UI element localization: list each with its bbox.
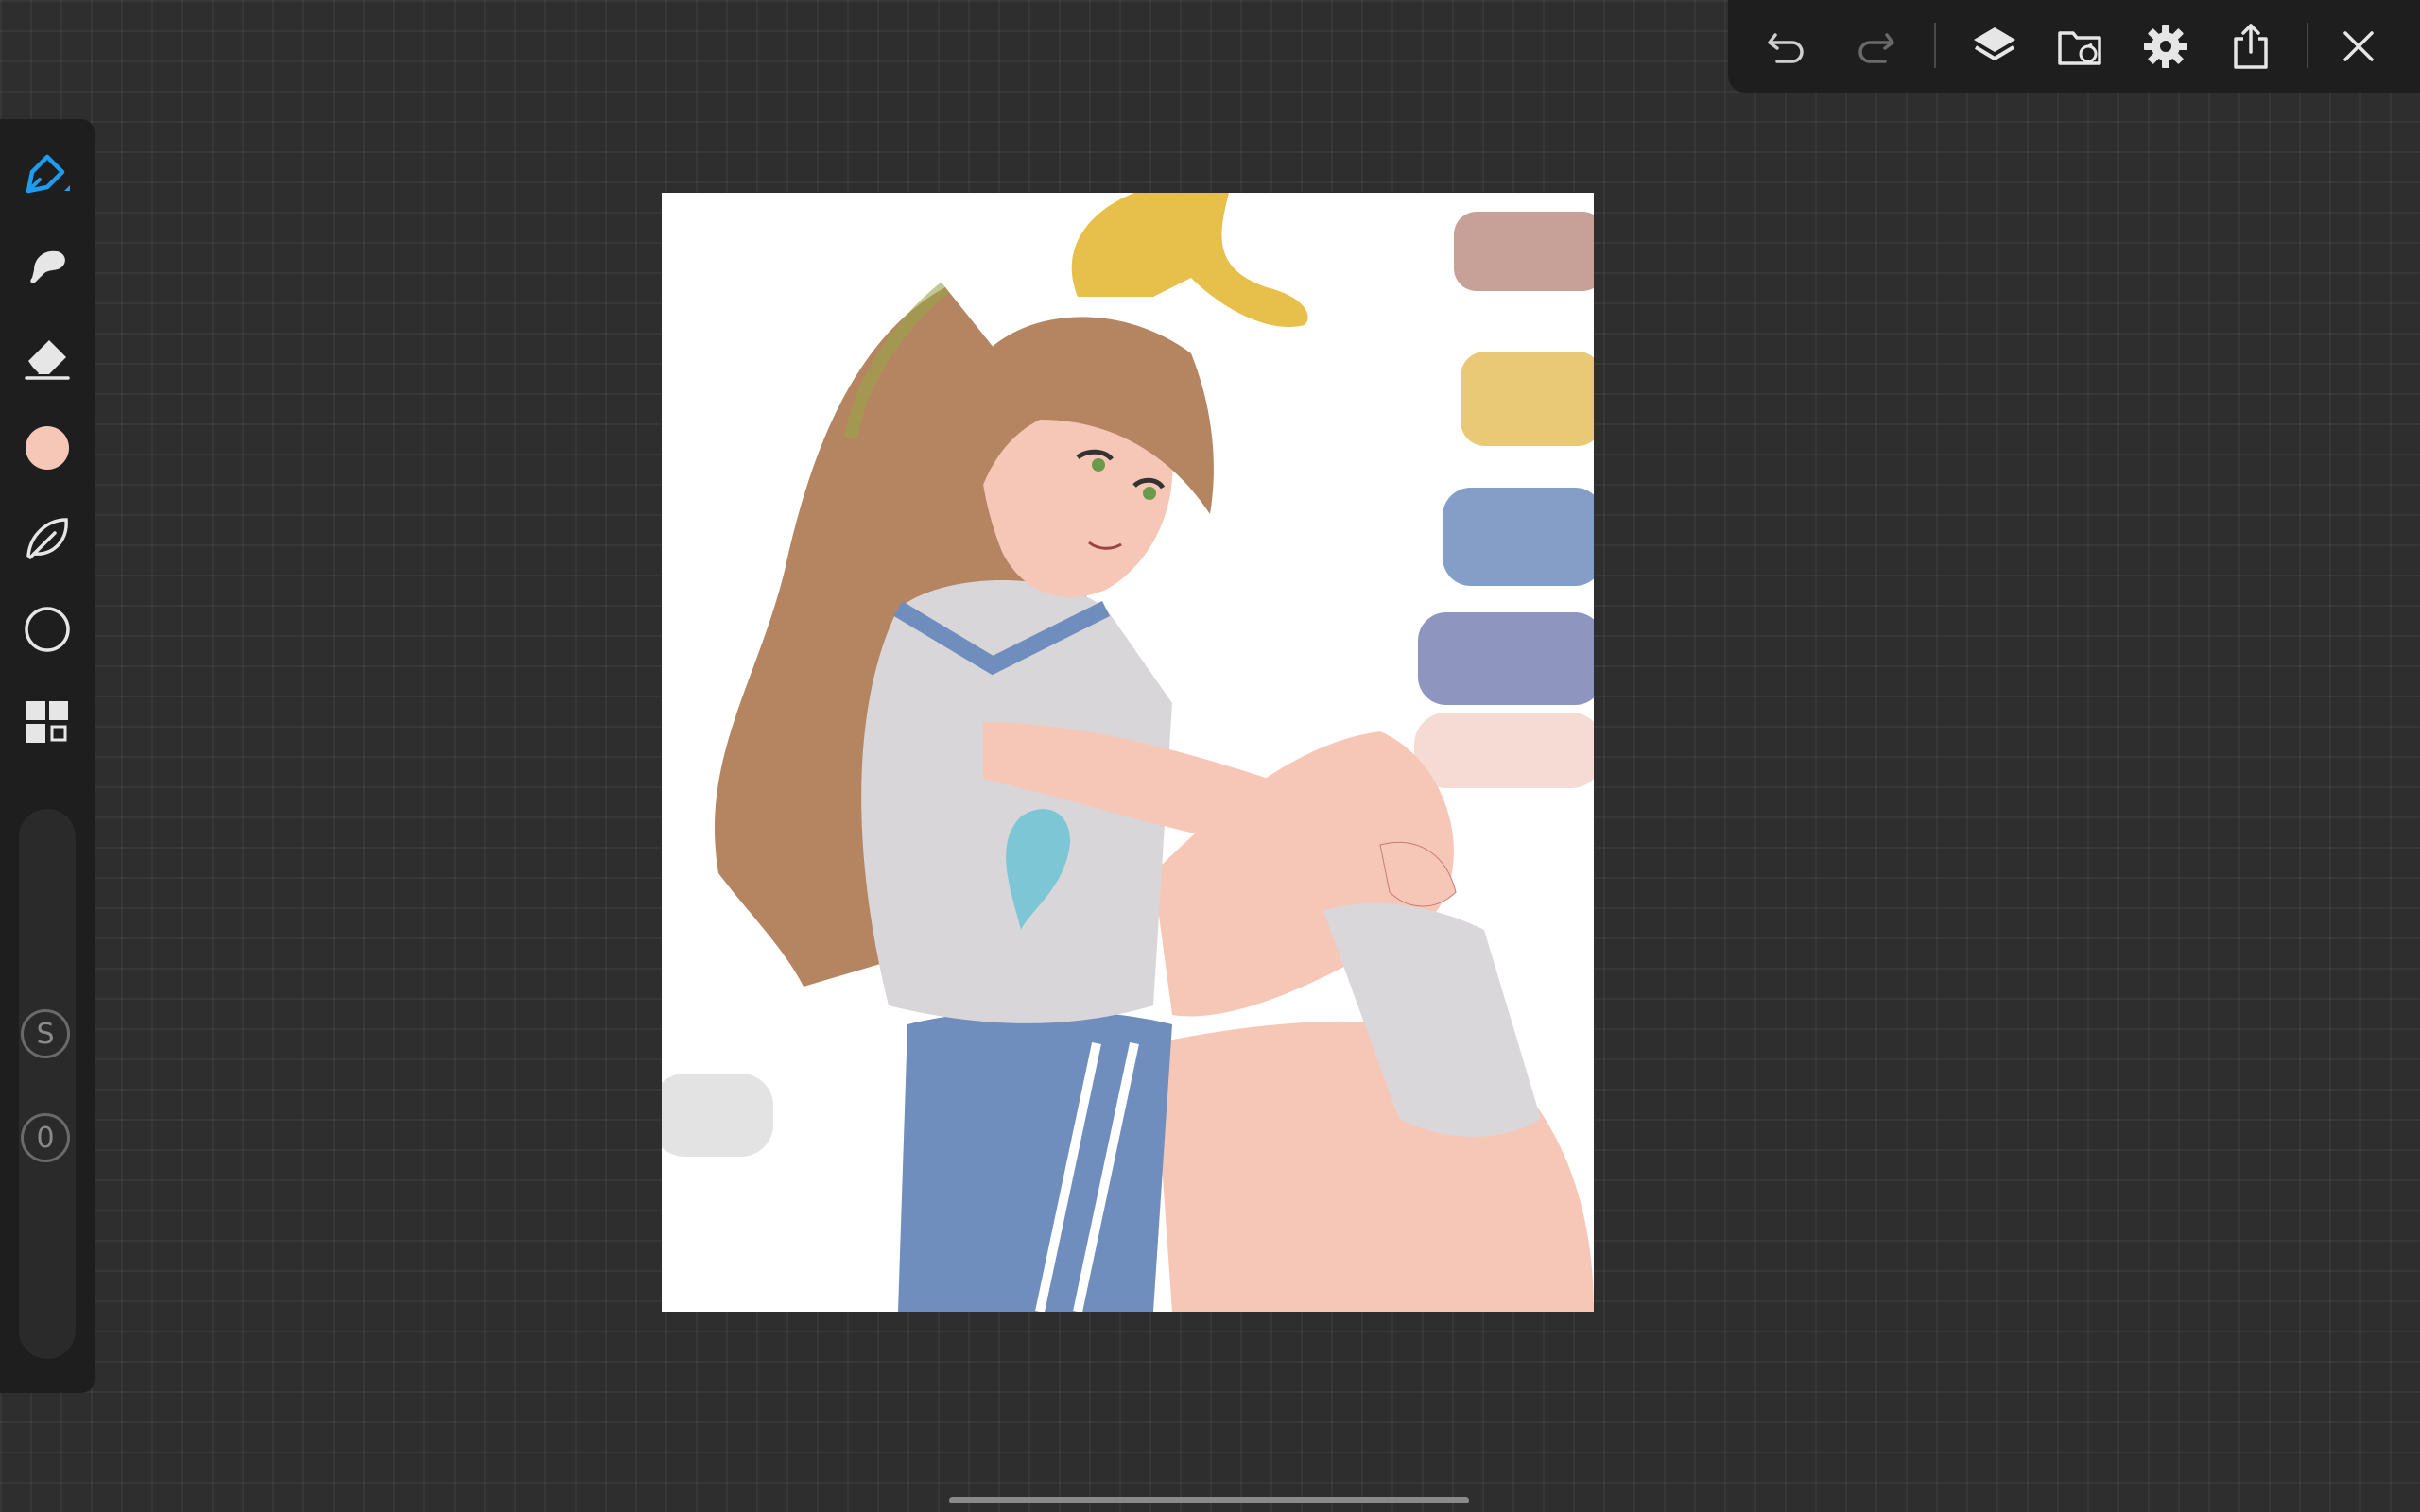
pen-icon xyxy=(26,154,70,194)
smudge-tool-button[interactable] xyxy=(13,232,81,301)
brush-slider-track[interactable] xyxy=(19,809,76,1359)
toolbar-divider xyxy=(1934,23,1936,68)
eraser-tool-button[interactable] xyxy=(13,323,81,391)
grid-icon xyxy=(26,701,68,743)
swatch-purple xyxy=(1418,612,1594,705)
undo-button[interactable] xyxy=(1758,18,1815,75)
gear-icon xyxy=(2144,25,2187,68)
close-button[interactable] xyxy=(2330,18,2387,75)
top-toolbar xyxy=(1728,0,2420,93)
tool-sidebar: S 0 xyxy=(0,119,95,1393)
settings-button[interactable] xyxy=(2137,18,2194,75)
leaf-lasso-icon xyxy=(26,518,68,559)
brush-size-toggle[interactable]: S xyxy=(21,1009,70,1058)
artwork xyxy=(662,193,1594,1312)
current-color-swatch xyxy=(26,426,69,470)
brush-opacity-toggle[interactable]: 0 xyxy=(21,1113,70,1162)
selection-tool-button[interactable] xyxy=(13,505,81,573)
eraser-icon xyxy=(25,340,70,380)
color-picker-button[interactable] xyxy=(13,414,81,482)
swatch-yellow xyxy=(1461,352,1594,446)
close-icon xyxy=(2343,31,2374,61)
redo-button[interactable] xyxy=(1847,18,1904,75)
circle-icon xyxy=(25,607,70,652)
shape-tool-button[interactable] xyxy=(13,595,81,663)
toolbar-divider xyxy=(2307,23,2308,68)
swatch-gray xyxy=(662,1074,773,1157)
drawing-canvas[interactable] xyxy=(662,193,1594,1312)
gallery-button[interactable] xyxy=(2052,18,2109,75)
home-indicator[interactable] xyxy=(949,1497,1469,1503)
share-button[interactable] xyxy=(2222,18,2279,75)
swatch-pink xyxy=(1414,713,1594,788)
smudge-icon xyxy=(30,250,65,284)
layers-button[interactable] xyxy=(1966,18,2023,75)
share-icon xyxy=(2234,24,2268,69)
layers-icon xyxy=(1974,27,2015,60)
swatch-brown xyxy=(1454,212,1594,291)
redo-icon xyxy=(1858,33,1894,63)
swatch-blue xyxy=(1443,488,1594,586)
pen-tool-button[interactable] xyxy=(13,142,81,210)
gallery-icon xyxy=(2058,31,2101,65)
undo-icon xyxy=(1768,33,1804,63)
more-tools-button[interactable] xyxy=(13,688,81,756)
